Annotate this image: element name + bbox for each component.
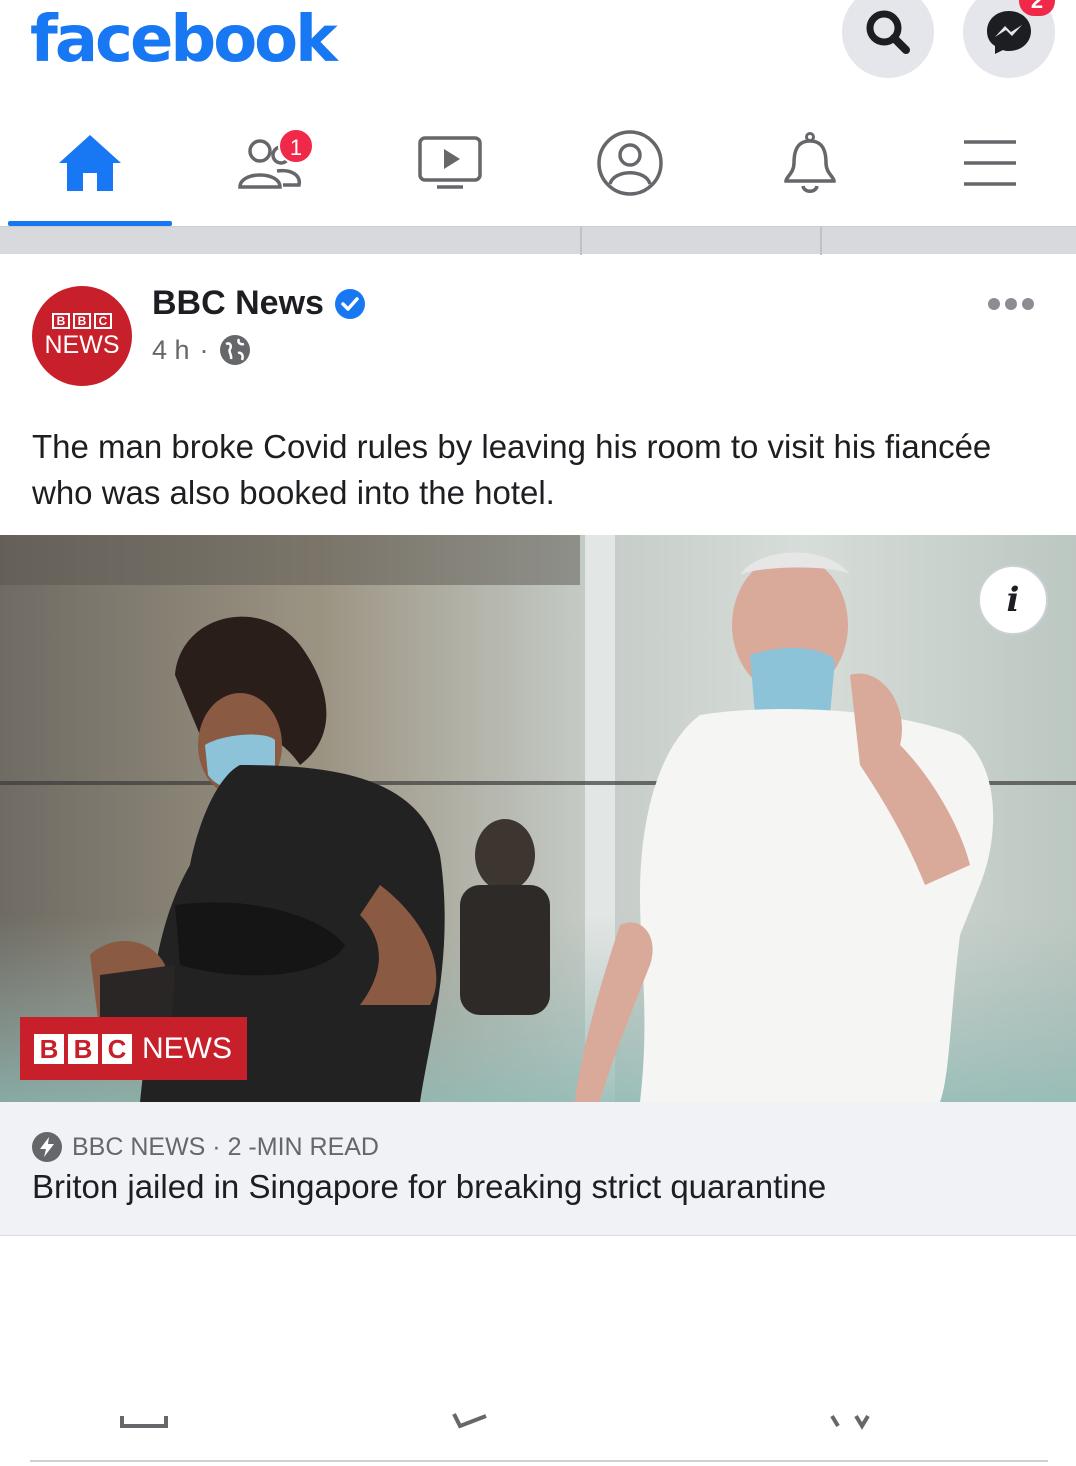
bbc-news-watermark: B B C NEWS [20, 1017, 247, 1080]
bbc-logo-blocks: B B C [52, 312, 112, 329]
tab-home[interactable] [0, 100, 180, 226]
post-actions-row [30, 1408, 1048, 1462]
badge-letter: B [34, 1033, 64, 1064]
link-source-row: BBC NEWS · 2 -MIN READ [32, 1132, 379, 1162]
badge-letter: C [102, 1033, 132, 1064]
avatar-news-word: NEWS [44, 330, 120, 359]
verified-badge-icon [334, 288, 365, 319]
post-text: The man broke Covid rules by leaving his… [32, 428, 992, 511]
more-options-button[interactable] [988, 296, 1034, 312]
link-preview[interactable]: BBC NEWS · 2 -MIN READ Briton jailed in … [0, 1102, 1076, 1236]
dot [1005, 298, 1017, 310]
avatar-letter: B [52, 312, 70, 329]
tab-menu[interactable] [900, 100, 1076, 226]
globe-icon [219, 335, 250, 365]
search-button[interactable] [842, 0, 934, 78]
share-icon[interactable] [828, 1412, 872, 1432]
profile-icon [597, 130, 663, 196]
search-icon [866, 10, 910, 54]
tab-notifications[interactable] [720, 100, 900, 226]
dot [1022, 298, 1034, 310]
like-icon[interactable] [120, 1412, 170, 1432]
comment-icon[interactable] [450, 1412, 490, 1432]
badge-letter: B [68, 1033, 98, 1064]
info-button[interactable]: i [978, 565, 1048, 635]
home-icon [59, 135, 121, 191]
top-bar: facebook 2 [0, 0, 1076, 100]
bell-icon [784, 132, 836, 193]
facebook-logo[interactable]: facebook [30, 0, 338, 80]
meta-separator: · [199, 334, 209, 365]
author-name[interactable]: BBC News [152, 284, 324, 323]
link-source: BBC NEWS · 2 -MIN READ [72, 1132, 379, 1161]
post-meta: 4 h · [152, 334, 251, 366]
post-author[interactable]: BBC News [152, 284, 366, 323]
messenger-button[interactable]: 2 [963, 0, 1055, 78]
tab-watch[interactable] [360, 100, 540, 226]
tab-bar: 1 [0, 100, 1076, 226]
friends-badge: 1 [278, 128, 314, 164]
tab-profile[interactable] [540, 100, 720, 226]
video-icon [418, 136, 482, 189]
avatar-letter: B [73, 312, 91, 329]
post-time[interactable]: 4 h [152, 335, 190, 366]
post-image[interactable]: i B B C NEWS [0, 535, 1076, 1102]
link-title[interactable]: Briton jailed in Singapore for breaking … [32, 1168, 826, 1206]
hamburger-icon [964, 140, 1016, 186]
avatar-letter: C [94, 312, 112, 329]
instant-article-icon [32, 1132, 62, 1162]
page-avatar[interactable]: B B C NEWS [32, 286, 132, 386]
tab-friends[interactable]: 1 [180, 100, 360, 226]
badge-news-word: NEWS [142, 1031, 232, 1065]
dot [988, 298, 1000, 310]
feed-divider [0, 226, 1076, 255]
